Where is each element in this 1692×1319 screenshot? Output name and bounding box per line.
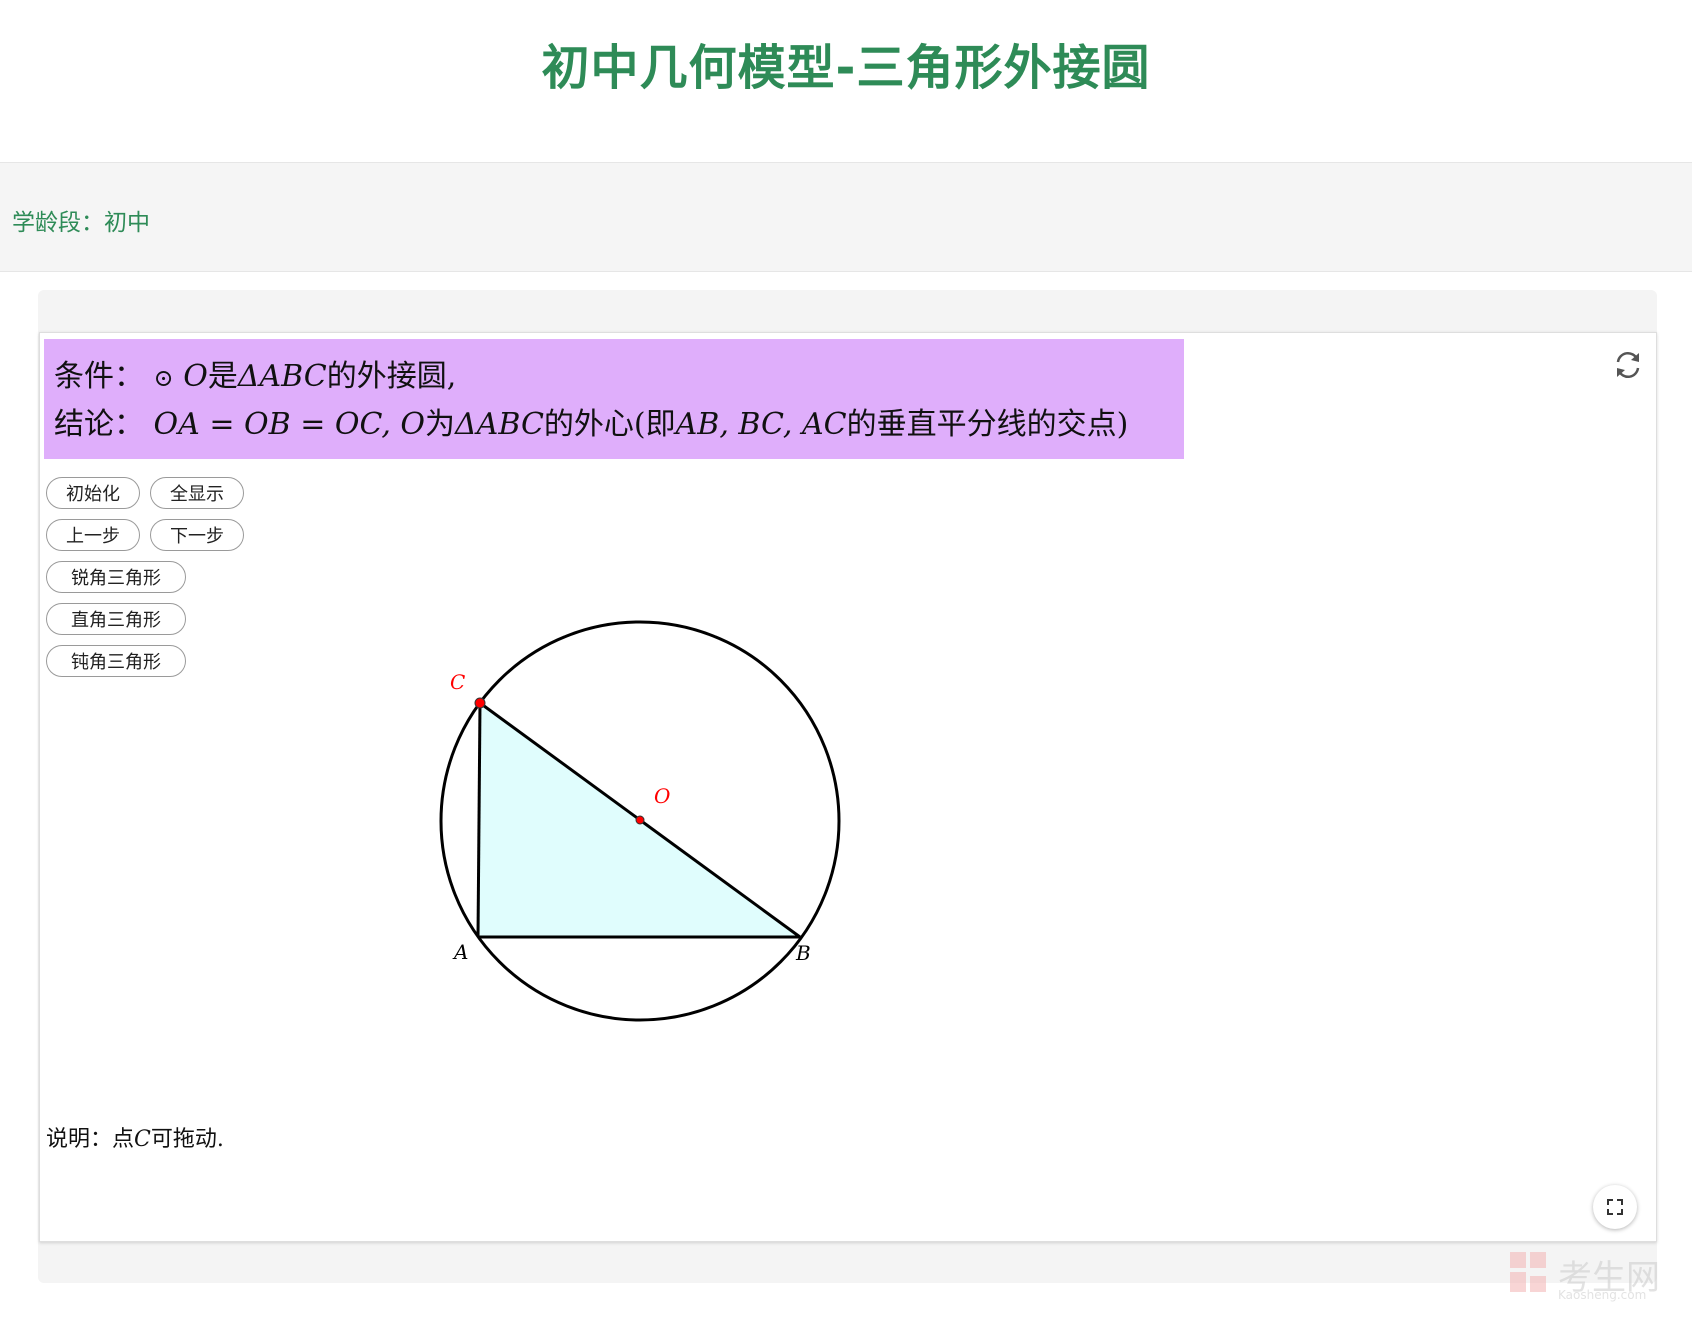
point-o [635,815,645,825]
side-ac [476,702,482,938]
label-a: A [452,940,468,964]
label-c: C [450,670,465,694]
watermark-sub: Kaosheng.com [1558,1288,1647,1302]
instruction-note: 说明：点C可拖动. [46,1127,224,1152]
point-c[interactable] [474,697,486,709]
applet-card: 条件： ⊙ O是ΔABC的外接圆, 结论： OA = OB = OC, O为ΔA… [38,290,1657,1283]
label-o: O [654,784,670,808]
grade-level: 学龄段：初中 [12,203,150,237]
watermark-logo: 考生网 Kaosheng.com [1508,1250,1668,1302]
applet-panel[interactable]: 条件： ⊙ O是ΔABC的外接圆, 结论： OA = OB = OC, O为ΔA… [39,332,1657,1242]
meta-bar: 学龄段：初中 [0,162,1692,272]
label-b: B [795,941,811,965]
grade-value: 初中 [104,210,150,236]
card-header [38,290,1657,332]
watermark-icon [1510,1252,1546,1292]
fullscreen-icon[interactable] [1593,1185,1637,1229]
grade-label: 学龄段： [12,210,104,236]
page-title: 初中几何模型-三角形外接圆 [541,40,1151,96]
geometry-figure: C O A B [439,620,841,1022]
